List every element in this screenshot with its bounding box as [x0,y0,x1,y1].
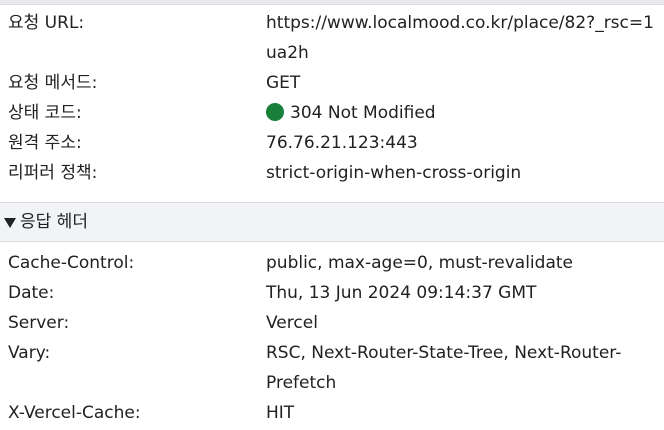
request-method-value[interactable]: GET [266,68,664,98]
header-name: Date: [8,283,55,303]
top-divider [0,0,664,5]
status-code-value[interactable]: 304 Not Modified [290,103,436,123]
request-url-row: 요청 URL: https://www.localmood.co.kr/plac… [0,8,664,68]
header-name: Server: [8,313,70,333]
header-value[interactable]: public, max-age=0, must-revalidate [266,248,664,278]
status-ok-icon [266,103,284,121]
response-headers-toggle[interactable]: 응답 헤더 [0,202,664,242]
header-value[interactable]: Vercel [266,308,664,338]
request-url-label: 요청 URL: [8,13,85,33]
header-name: Cache-Control: [8,253,135,273]
header-row-vary: Vary: RSC, Next-Router-State-Tree, Next-… [0,338,664,398]
remote-address-value[interactable]: 76.76.21.123:443 [266,128,664,158]
request-url-value[interactable]: https://www.localmood.co.kr/place/82?_rs… [266,8,664,68]
header-value[interactable]: Thu, 13 Jun 2024 09:14:37 GMT [266,278,664,308]
response-headers-title: 응답 헤더 [20,212,88,232]
referrer-policy-label: 리퍼러 정책: [8,163,98,183]
request-method-label: 요청 메서드: [8,73,98,93]
status-code-label: 상태 코드: [8,103,82,123]
header-name: X-Vercel-Cache: [8,403,141,423]
header-name: Vary: [8,343,51,363]
header-value[interactable]: HIT [266,398,664,428]
remote-address-label: 원격 주소: [8,133,82,153]
status-code-value-wrap: 304 Not Modified [266,98,664,128]
header-value[interactable]: RSC, Next-Router-State-Tree, Next-Router… [266,338,626,398]
referrer-policy-value[interactable]: strict-origin-when-cross-origin [266,158,664,188]
network-headers-panel: 요청 URL: https://www.localmood.co.kr/plac… [0,0,664,430]
expand-triangle-icon [4,218,16,228]
